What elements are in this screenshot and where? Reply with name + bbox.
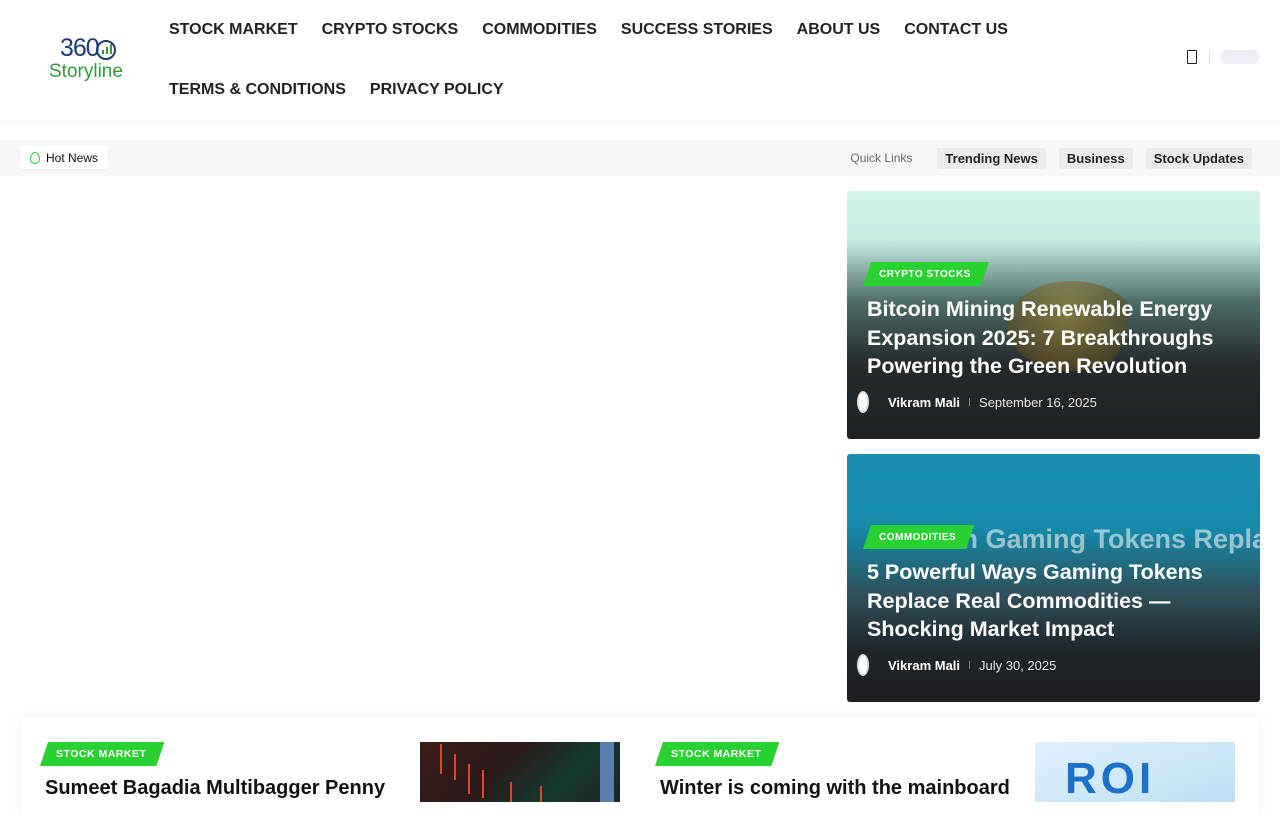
nav-item-about-us[interactable]: ABOUT US [785,21,893,39]
quick-link-stock-updates[interactable]: Stock Updates [1145,147,1252,169]
featured-post-card[interactable]: CRYPTO STOCKS Bitcoin Mining Renewable E… [847,191,1260,439]
roi-thumbnail[interactable]: ROI [1035,742,1235,802]
author-name[interactable]: Vikram Mali [888,658,960,673]
post-title[interactable]: Sumeet Bagadia Multibagger Penny [45,777,385,800]
hot-news-badge: Hot News [20,146,109,169]
post-list-section: STOCK MARKET Sumeet Bagadia Multibagger … [20,717,1260,817]
site-header: 360 Storyline STOCK MARKET CRYPTO STOCKS… [0,0,1280,120]
author-avatar[interactable] [857,654,869,676]
nav-item-stock-market[interactable]: STOCK MARKET [157,21,310,39]
meta-divider [969,661,971,669]
nav-item-contact-us[interactable]: CONTACT US [892,21,1020,39]
logo-chart-icon [96,40,116,60]
category-tag[interactable]: CRYPTO STOCKS [863,262,989,286]
header-divider [1209,50,1210,64]
category-tag[interactable]: STOCK MARKET [655,742,779,766]
logo-wordmark: Storyline [49,61,123,82]
quick-links-label: Quick Links [850,151,913,165]
post-date: July 30, 2025 [979,657,1057,673]
roi-graphic: ROI [1065,754,1156,802]
post-title[interactable]: 5 Powerful Ways Gaming Tokens Replace Re… [867,558,1247,644]
main-nav: STOCK MARKET CRYPTO STOCKS COMMODITIES S… [157,0,1008,120]
site-logo[interactable]: 360 Storyline [48,34,132,88]
fire-icon [30,151,40,164]
nav-item-success-stories[interactable]: SUCCESS STORIES [609,21,785,39]
featured-post-card[interactable]: Can Gaming Tokens Replace COMMODITIES 5 … [847,454,1260,702]
nav-item-privacy[interactable]: PRIVACY POLICY [358,81,516,99]
post-image-text: Can Gaming Tokens Replace [927,524,1260,554]
post-meta: Vikram Mali July 30, 2025 [857,654,1056,676]
hot-news-label: Hot News [46,150,99,165]
post-title[interactable]: Winter is coming with the mainboard [660,777,1010,800]
dark-mode-toggle[interactable] [1220,50,1260,64]
stock-chart-thumbnail[interactable] [420,742,620,802]
post-date: September 16, 2025 [979,394,1097,410]
quick-links: Quick Links Trending News Business Stock… [850,146,1252,170]
nav-item-commodities[interactable]: COMMODITIES [470,21,609,39]
category-tag[interactable]: STOCK MARKET [40,742,164,766]
nav-row-2: TERMS & CONDITIONS PRIVACY POLICY [157,60,1007,120]
author-avatar[interactable] [857,391,869,413]
logo-number: 360 [60,34,100,62]
nav-item-terms[interactable]: TERMS & CONDITIONS [157,81,358,99]
post-meta: Vikram Mali September 16, 2025 [857,391,1097,413]
category-tag[interactable]: COMMODITIES [863,525,974,549]
mobile-icon[interactable] [1187,50,1197,64]
header-actions [1187,50,1260,64]
author-name[interactable]: Vikram Mali [888,395,960,410]
nav-item-crypto-stocks[interactable]: CRYPTO STOCKS [310,21,471,39]
quick-link-business[interactable]: Business [1058,147,1133,169]
post-title[interactable]: Bitcoin Mining Renewable Energy Expansio… [867,295,1247,381]
nav-row-1: STOCK MARKET CRYPTO STOCKS COMMODITIES S… [157,0,1008,60]
quick-link-trending-news[interactable]: Trending News [937,147,1046,169]
meta-divider [969,398,971,406]
hot-news-bar: Hot News Quick Links Trending News Busin… [0,140,1280,176]
